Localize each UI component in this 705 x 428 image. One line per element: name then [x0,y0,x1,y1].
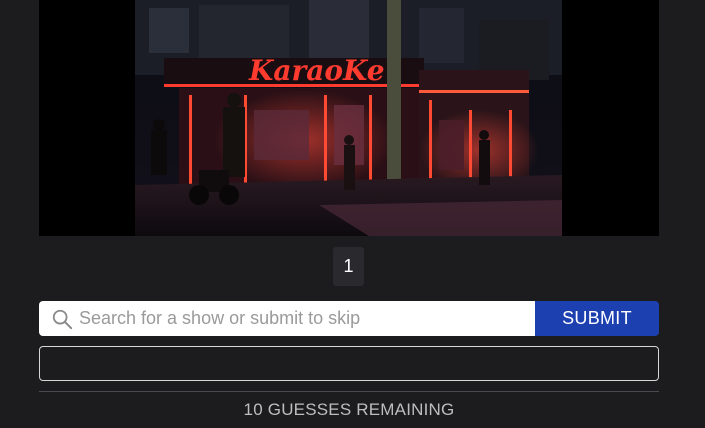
submit-button[interactable]: SUBMIT [535,301,659,336]
clip-page-indicator[interactable]: 1 [333,247,364,286]
guesses-remaining-text: 10 GUESSES REMAINING [243,400,455,419]
karaoke-scene-image: KaraoKe [39,0,659,236]
clip-frame: KaraoKe [39,0,659,236]
search-icon [52,309,73,329]
guess-search-bar: SUBMIT [39,301,659,336]
guess-slot [39,346,659,381]
search-field-wrapper [39,301,535,336]
search-input[interactable] [79,301,535,336]
karaoke-sign-text: KaraoKe [248,54,385,87]
game-page: KaraoKe 1 Search for a show or submit to… [0,0,705,428]
divider [39,391,659,392]
